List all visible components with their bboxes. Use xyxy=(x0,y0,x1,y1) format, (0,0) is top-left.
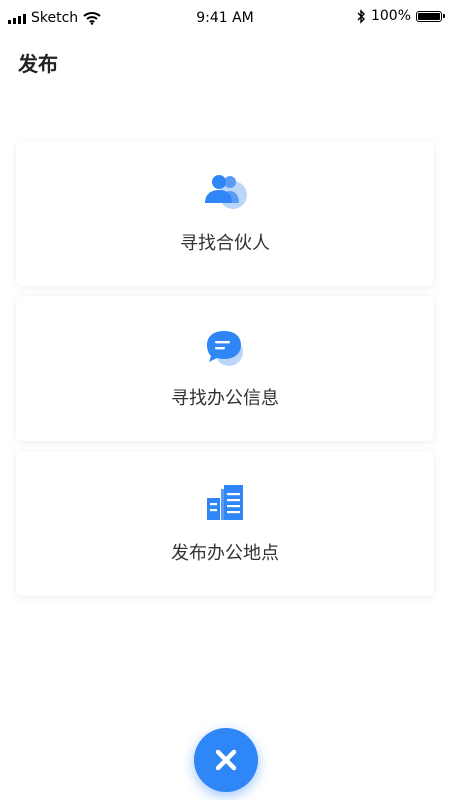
partners-icon xyxy=(205,175,247,209)
page-title: 发布 xyxy=(18,52,58,76)
chat-icon xyxy=(207,331,243,366)
bluetooth-icon xyxy=(357,8,365,24)
battery-fill xyxy=(418,12,440,20)
buildings-icon xyxy=(207,485,243,520)
battery-icon xyxy=(416,10,445,22)
card-label: 寻找办公信息 xyxy=(171,388,279,409)
status-right: 100% xyxy=(357,8,445,24)
battery-percent: 100% xyxy=(370,8,411,24)
card-label: 寻找合伙人 xyxy=(180,233,270,254)
status-bar: Sketch 9:41 AM 100% xyxy=(0,0,450,36)
card-find-office[interactable]: 寻找办公信息 xyxy=(16,296,434,441)
close-icon xyxy=(215,749,237,771)
close-button[interactable] xyxy=(194,728,258,792)
card-publish-office[interactable]: 发布办公地点 xyxy=(16,451,434,596)
card-find-partner[interactable]: 寻找合伙人 xyxy=(16,141,434,286)
card-label: 发布办公地点 xyxy=(171,543,279,564)
